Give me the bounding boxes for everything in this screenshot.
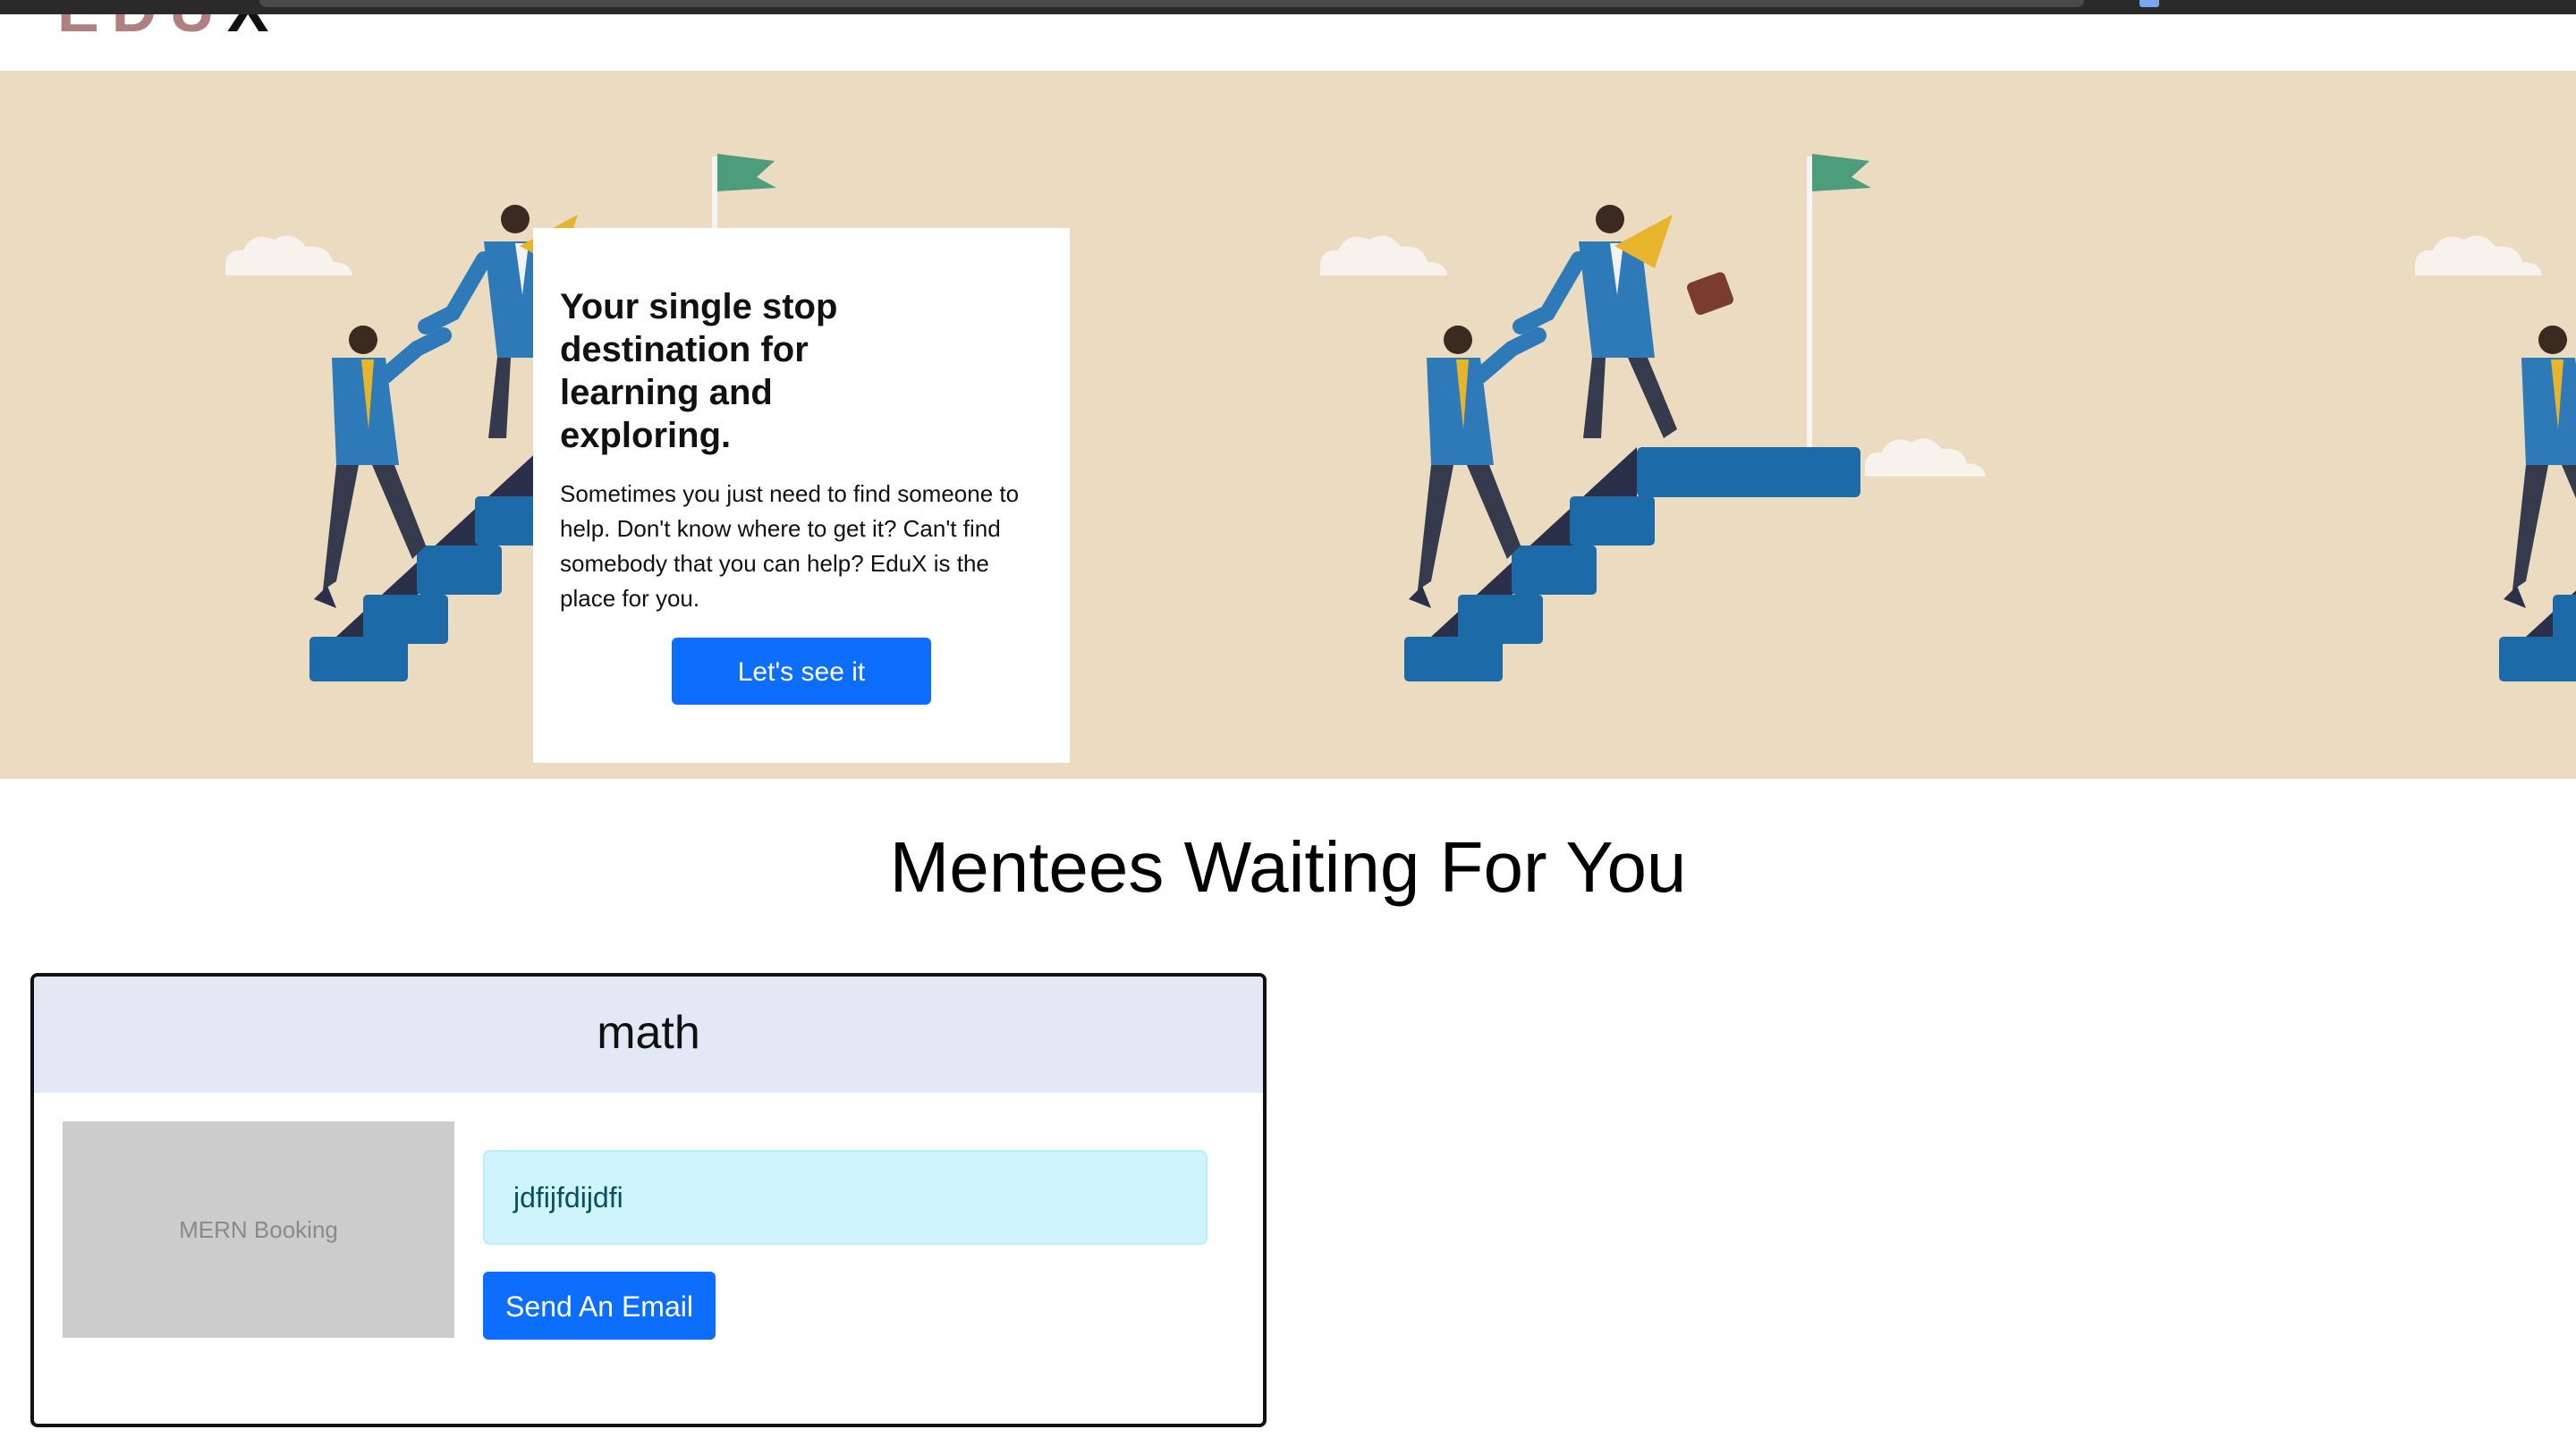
hero-heading: Your single stop destination for learnin…	[560, 287, 838, 455]
hero-card: Your single stop destination for learnin…	[533, 228, 1070, 763]
hero-illustration	[225, 71, 2576, 779]
hero-description: Sometimes you just need to find someone …	[560, 480, 1020, 612]
navbar: EDUX	[0, 14, 2576, 71]
send-email-button[interactable]: Send An Email	[483, 1272, 716, 1340]
mentee-subject: math	[34, 977, 1263, 1093]
hero-banner: Your single stop destination for learnin…	[0, 71, 2576, 779]
brand-logo[interactable]: EDUX	[57, 14, 282, 41]
brand-prefix: EDU	[57, 14, 227, 45]
mentee-image-placeholder: MERN Booking	[63, 1121, 454, 1338]
lets-see-it-button[interactable]: Let's see it	[672, 638, 931, 705]
address-bar[interactable]	[259, 0, 2084, 7]
brand-suffix: X	[227, 14, 282, 45]
mentee-description-alert: jdfijfdijdfi	[483, 1150, 1208, 1245]
browser-top-strip	[0, 0, 2576, 14]
image-alt-text: MERN Booking	[179, 1215, 338, 1243]
mentee-card: math MERN Booking jdfijfdijdfi Send An E…	[30, 973, 1267, 1427]
extension-icon[interactable]	[2140, 0, 2159, 7]
section-title: Mentees Waiting For You	[889, 827, 1687, 907]
